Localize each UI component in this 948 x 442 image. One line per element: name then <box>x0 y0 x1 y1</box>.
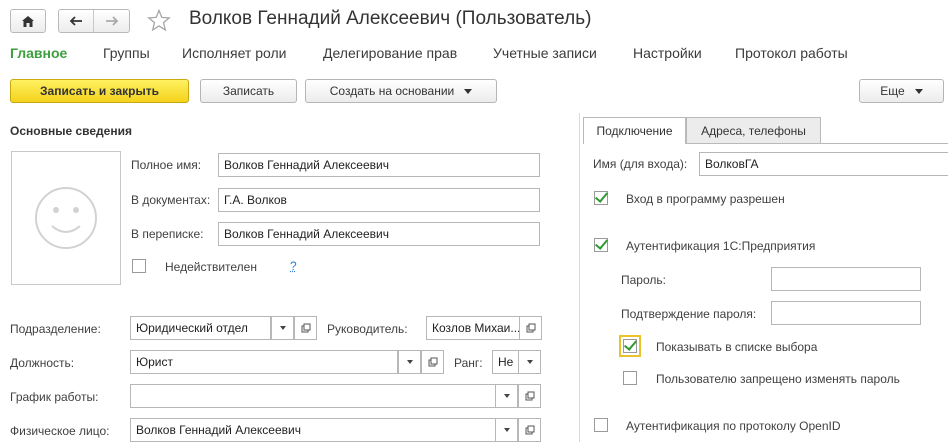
home-button[interactable] <box>10 9 46 33</box>
department-open-button[interactable] <box>294 316 317 340</box>
position-field[interactable]: Юрист <box>130 350 398 374</box>
password-label: Пароль: <box>621 273 666 287</box>
open-window-icon <box>526 323 535 333</box>
openid-label: Аутентификация по протоколу OpenID <box>626 419 841 433</box>
open-window-icon <box>301 323 310 333</box>
section-title: Основные сведения <box>10 124 132 138</box>
invalid-checkbox[interactable] <box>132 259 146 273</box>
person-field[interactable]: Волков Геннадий Алексеевич <box>130 418 496 442</box>
schedule-label: График работы: <box>10 390 99 404</box>
forward-button[interactable] <box>94 10 129 32</box>
chevron-down-icon <box>503 394 510 398</box>
position-label: Должность: <box>10 356 75 370</box>
help-link[interactable]: ? <box>290 259 297 273</box>
create-based-on-button[interactable]: Создать на основании <box>305 79 497 103</box>
user-photo[interactable] <box>11 151 121 285</box>
home-icon <box>22 15 34 27</box>
tab-addresses[interactable]: Адреса, телефоны <box>686 117 821 143</box>
tab-main[interactable]: Главное <box>10 45 67 61</box>
schedule-field[interactable] <box>130 384 496 408</box>
forbid-change-password-label: Пользователю запрещено изменять пароль <box>656 372 900 386</box>
chevron-down-icon <box>464 88 473 94</box>
nav-back-forward <box>58 9 130 33</box>
chevron-down-icon <box>406 360 413 364</box>
chevron-down-icon <box>503 428 510 432</box>
tab-roles[interactable]: Исполняет роли <box>182 45 286 61</box>
openid-checkbox[interactable] <box>594 418 608 432</box>
position-dropdown-button[interactable] <box>398 350 421 374</box>
schedule-dropdown-button[interactable] <box>495 384 518 408</box>
tab-connection[interactable]: Подключение <box>583 117 686 144</box>
chevron-down-icon <box>914 88 923 94</box>
tab-groups[interactable]: Группы <box>103 45 150 61</box>
chevron-down-icon <box>279 326 286 330</box>
invalid-label: Недействителен <box>165 260 257 274</box>
department-label: Подразделение: <box>10 322 101 336</box>
in-docs-field[interactable]: Г.А. Волков <box>218 188 540 212</box>
login-label: Имя (для входа): <box>593 157 688 171</box>
open-window-icon <box>525 425 534 435</box>
person-open-button[interactable] <box>518 418 541 442</box>
auth-1c-label: Аутентификация 1С:Предприятия <box>626 239 816 253</box>
back-button[interactable] <box>59 10 95 32</box>
manager-field[interactable]: Козлов Михаи... <box>426 316 520 340</box>
department-field[interactable]: Юридический отдел <box>130 316 271 340</box>
save-button[interactable]: Записать <box>200 79 297 103</box>
in-correspondence-label: В переписке: <box>131 227 204 241</box>
tab-log[interactable]: Протокол работы <box>735 45 848 61</box>
full-name-label: Полное имя: <box>131 158 202 172</box>
in-correspondence-field[interactable]: Волков Геннадий Алексеевич <box>218 222 540 246</box>
full-name-field[interactable]: Волков Геннадий Алексеевич <box>218 153 540 177</box>
arrow-right-icon <box>105 16 118 26</box>
department-dropdown-button[interactable] <box>271 316 294 340</box>
page-title: Волков Геннадий Алексеевич (Пользователь… <box>189 8 592 29</box>
save-and-close-button[interactable]: Записать и закрыть <box>10 79 189 103</box>
rank-label: Ранг: <box>454 356 483 370</box>
star-icon[interactable] <box>147 8 171 35</box>
open-window-icon <box>428 357 437 367</box>
person-dropdown-button[interactable] <box>495 418 518 442</box>
password-field[interactable] <box>771 267 921 291</box>
chevron-down-icon <box>526 360 533 364</box>
password-confirm-field[interactable] <box>771 301 921 325</box>
arrow-left-icon <box>69 16 82 26</box>
show-in-list-checkbox[interactable] <box>619 335 641 357</box>
manager-open-button[interactable] <box>519 316 542 340</box>
create-based-on-label: Создать на основании <box>329 84 455 98</box>
forbid-change-password-checkbox[interactable] <box>623 371 637 385</box>
auth-1c-checkbox[interactable] <box>594 238 608 252</box>
smiley-icon <box>35 187 97 249</box>
schedule-open-button[interactable] <box>518 384 541 408</box>
open-window-icon <box>525 391 534 401</box>
password-confirm-label: Подтверждение пароля: <box>621 307 757 321</box>
person-label: Физическое лицо: <box>10 424 110 438</box>
login-allowed-label: Вход в программу разрешен <box>626 192 785 206</box>
show-in-list-label: Показывать в списке выбора <box>656 340 818 354</box>
position-open-button[interactable] <box>421 350 444 374</box>
more-button[interactable]: Еще <box>859 79 944 103</box>
tab-delegation[interactable]: Делегирование прав <box>323 45 457 61</box>
rank-dropdown-button[interactable] <box>518 350 541 374</box>
more-label: Еще <box>880 84 905 98</box>
tab-accounts[interactable]: Учетные записи <box>493 45 597 61</box>
in-docs-label: В документах: <box>131 193 211 207</box>
tab-settings[interactable]: Настройки <box>633 45 702 61</box>
login-field[interactable]: ВолковГА <box>699 152 948 176</box>
manager-label: Руководитель: <box>327 322 408 336</box>
login-allowed-checkbox[interactable] <box>594 191 608 205</box>
panel-divider <box>579 113 580 442</box>
rank-field[interactable]: Не <box>492 350 519 374</box>
